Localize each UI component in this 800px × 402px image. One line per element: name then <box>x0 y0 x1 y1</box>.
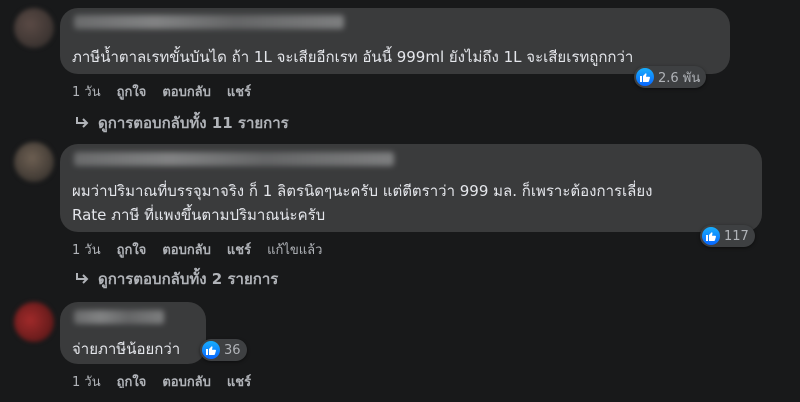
share-button[interactable]: แชร์ <box>227 239 251 260</box>
reply-arrow-icon <box>76 117 89 128</box>
view-replies-link[interactable]: ดูการตอบกลับทั้ง 11 รายการ <box>74 111 289 135</box>
view-replies-label: ดูการตอบกลับทั้ง 11 รายการ <box>98 114 289 132</box>
like-button[interactable]: ถูกใจ <box>117 239 147 260</box>
view-replies-label: ดูการตอบกลับทั้ง 2 รายการ <box>98 270 279 288</box>
avatar[interactable] <box>14 302 54 342</box>
avatar[interactable] <box>14 8 54 48</box>
like-icon <box>636 68 654 86</box>
reaction-summary[interactable]: 36 <box>200 339 247 361</box>
author-name-redacted[interactable] <box>74 310 164 324</box>
like-icon <box>702 227 720 245</box>
comment-text: ภาษีน้ำตาลเรทขั้นบันได ถ้า 1L จะเสียอีกเ… <box>72 48 634 66</box>
share-button[interactable]: แชร์ <box>227 81 251 102</box>
author-name-redacted[interactable] <box>74 15 344 29</box>
avatar[interactable] <box>14 142 54 182</box>
reply-button[interactable]: ตอบกลับ <box>162 81 211 102</box>
comment-text: ผมว่าปริมาณที่บรรจุมาจริง ก็ 1 ลิตรนิดๆน… <box>72 182 653 200</box>
reaction-count: 36 <box>224 342 241 358</box>
cutoff-region <box>0 388 800 402</box>
reaction-count: 117 <box>724 228 749 244</box>
comment-actions: 1 วัน ถูกใจ ตอบกลับ แชร์ <box>72 81 251 102</box>
reply-arrow-icon <box>76 273 89 284</box>
comment-time[interactable]: 1 วัน <box>72 81 101 102</box>
comment-text: จ่ายภาษีน้อยกว่า <box>72 340 181 358</box>
reaction-summary[interactable]: 2.6 พัน <box>634 66 707 88</box>
comment-actions: 1 วัน ถูกใจ ตอบกลับ แชร์ แก้ไขแล้ว <box>72 239 322 260</box>
reaction-summary[interactable]: 117 <box>700 225 755 247</box>
reply-button[interactable]: ตอบกลับ <box>162 239 211 260</box>
like-button[interactable]: ถูกใจ <box>117 81 147 102</box>
author-name-redacted[interactable] <box>74 152 394 166</box>
comment-time[interactable]: 1 วัน <box>72 239 101 260</box>
view-replies-link[interactable]: ดูการตอบกลับทั้ง 2 รายการ <box>74 267 278 291</box>
edited-label: แก้ไขแล้ว <box>267 243 323 258</box>
like-icon <box>202 341 220 359</box>
reaction-count: 2.6 พัน <box>658 70 701 86</box>
comment-text: Rate ภาษี ที่แพงขึ้นตามปริมาณน่ะครับ <box>72 206 326 224</box>
